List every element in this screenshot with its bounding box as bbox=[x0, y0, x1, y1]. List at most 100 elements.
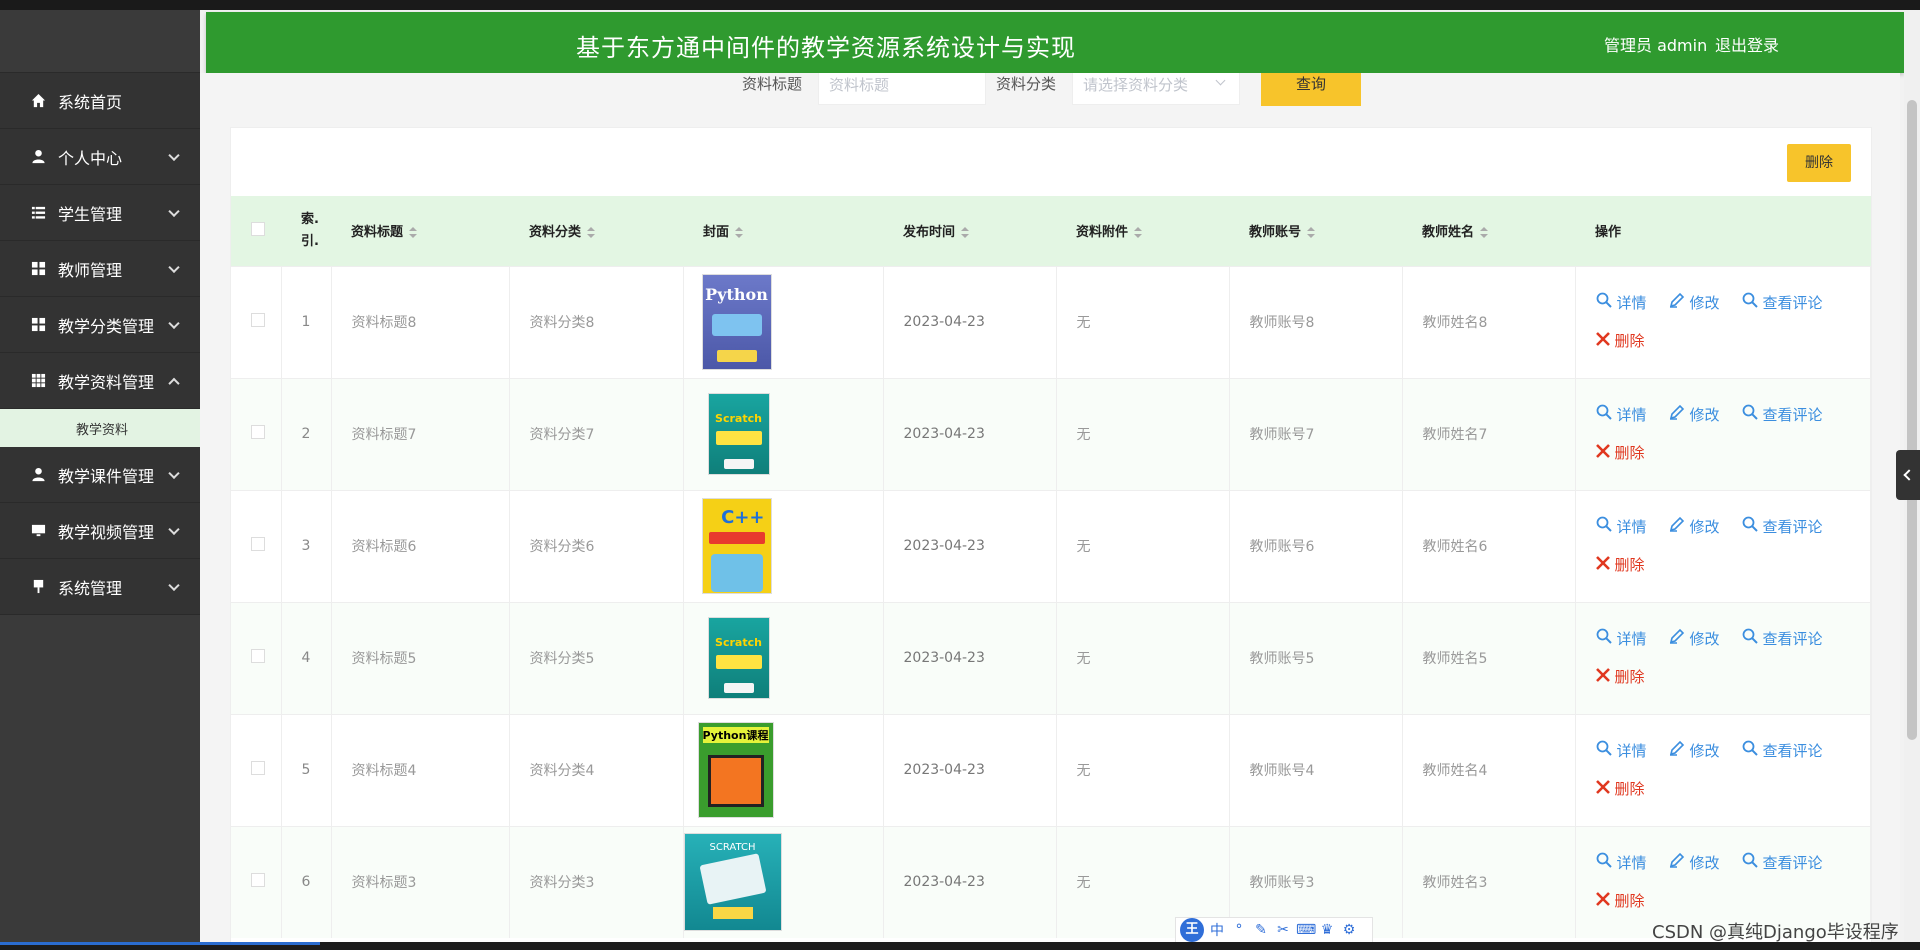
view-comments-button[interactable]: 查看评论 bbox=[1742, 516, 1823, 538]
header-title[interactable]: 资料标题 bbox=[331, 196, 509, 266]
delete-button[interactable]: 删除 bbox=[1595, 666, 1645, 688]
edit-icon bbox=[1669, 852, 1690, 874]
side-collapse-tab[interactable] bbox=[1896, 450, 1920, 500]
sidebar-item-4[interactable]: 教学分类管理 bbox=[0, 297, 200, 353]
category-search-label: 资料分类 bbox=[996, 75, 1057, 93]
header-cover[interactable]: 封面 bbox=[683, 196, 883, 266]
shirt-icon[interactable]: ♛ bbox=[1318, 922, 1336, 938]
ime-mode-toggle[interactable]: 中 bbox=[1208, 920, 1226, 940]
sidebar-item-6[interactable]: 教学课件管理 bbox=[0, 447, 200, 503]
ime-toolbar: 王 中 ° ✎ ✂ ⌨ ♛ ⚙ bbox=[1175, 917, 1373, 943]
sidebar-item-7[interactable]: 教学视频管理 bbox=[0, 503, 200, 559]
table-row[interactable]: 5 资料标题4 资料分类4 Python课程 2023-04-23 无教师账号4 教师姓名4… bbox=[231, 713, 1871, 826]
header-category[interactable]: 资料分类 bbox=[509, 196, 683, 266]
scissors-icon[interactable]: ✂ bbox=[1274, 922, 1292, 938]
row-checkbox[interactable] bbox=[251, 761, 265, 775]
select-all-checkbox[interactable] bbox=[251, 221, 265, 236]
delete-button[interactable]: 删除 bbox=[1595, 554, 1645, 576]
row-checkbox[interactable] bbox=[251, 425, 265, 439]
delete-button[interactable]: 删除 bbox=[1595, 330, 1645, 352]
punctuation-icon[interactable]: ° bbox=[1230, 922, 1248, 938]
table-row[interactable]: 3 资料标题6 资料分类6 C++ 2023-04-23 无教师账号6 教师姓名6 详情 修改查… bbox=[231, 489, 1871, 602]
detail-button[interactable]: 详情 bbox=[1596, 516, 1647, 538]
header-account[interactable]: 教师账号 bbox=[1229, 196, 1402, 266]
row-ops: 详情 修改 查看评论删除 bbox=[1575, 601, 1871, 714]
sidebar-logo-area bbox=[0, 10, 200, 73]
search-icon bbox=[1742, 292, 1763, 314]
view-comments-button[interactable]: 查看评论 bbox=[1742, 628, 1823, 650]
delete-button[interactable]: 删除 bbox=[1595, 890, 1645, 912]
sidebar-item-8[interactable]: 系统管理 bbox=[0, 559, 200, 615]
row-index: 5 bbox=[281, 713, 332, 826]
query-button[interactable]: 查询 bbox=[1261, 73, 1361, 106]
sidebar-item-0[interactable]: 系统首页 bbox=[0, 73, 200, 129]
sort-icon[interactable] bbox=[409, 226, 418, 239]
list-icon bbox=[30, 205, 46, 221]
sidebar-item-5[interactable]: 教学资料管理 bbox=[0, 353, 200, 409]
home-icon bbox=[30, 93, 46, 109]
table-row[interactable]: 1 资料标题8 资料分类8 Python 2023-04-23 无教师账号8 教师姓名8 详情… bbox=[231, 265, 1871, 378]
view-comments-button[interactable]: 查看评论 bbox=[1742, 740, 1823, 762]
table-row[interactable]: 2 资料标题7 资料分类7 Scratch 2023-04-23 无教师账号7 教师姓名7 详… bbox=[231, 377, 1871, 490]
row-ops: 详情 修改 查看评论删除 bbox=[1575, 713, 1871, 826]
edit-button[interactable]: 修改 bbox=[1669, 292, 1720, 314]
row-category: 资料分类5 bbox=[509, 601, 684, 714]
row-checkbox[interactable] bbox=[251, 313, 265, 327]
submenu-item-active[interactable]: 教学资料 bbox=[0, 409, 200, 447]
table-row[interactable]: 4 资料标题5 资料分类5 Scratch 2023-04-23 无教师账号5 教师姓名5 详… bbox=[231, 601, 1871, 714]
header-date[interactable]: 发布时间 bbox=[883, 196, 1056, 266]
search-icon bbox=[1742, 516, 1763, 538]
select-all-cell bbox=[231, 196, 281, 266]
row-checkbox[interactable] bbox=[251, 873, 265, 888]
edit-icon bbox=[1669, 404, 1690, 426]
detail-button[interactable]: 详情 bbox=[1596, 740, 1647, 762]
table-row[interactable]: 6 资料标题3 资料分类3 SCRATCH 2023-04-23 无教师账号3 教师姓名3 详… bbox=[231, 825, 1871, 938]
edit-button[interactable]: 修改 bbox=[1669, 628, 1720, 650]
row-attachment: 无 bbox=[1056, 377, 1230, 490]
pen-icon[interactable]: ✎ bbox=[1252, 922, 1270, 938]
keyboard-icon[interactable]: ⌨ bbox=[1296, 922, 1316, 938]
header-attachment[interactable]: 资料附件 bbox=[1056, 196, 1229, 266]
title-search-label: 资料标题 bbox=[742, 75, 803, 93]
row-checkbox[interactable] bbox=[251, 537, 265, 551]
header-name[interactable]: 教师姓名 bbox=[1402, 196, 1575, 266]
detail-button[interactable]: 详情 bbox=[1596, 292, 1647, 314]
sort-icon[interactable] bbox=[587, 226, 596, 239]
sort-icon[interactable] bbox=[1480, 226, 1489, 239]
sort-icon[interactable] bbox=[735, 226, 744, 239]
row-name: 教师姓名3 bbox=[1402, 825, 1576, 938]
logout-link[interactable]: 退出登录 bbox=[1715, 32, 1779, 56]
row-date: 2023-04-23 bbox=[883, 601, 1057, 714]
view-comments-button[interactable]: 查看评论 bbox=[1742, 852, 1823, 874]
person-icon bbox=[30, 149, 46, 165]
sort-icon[interactable] bbox=[961, 226, 970, 239]
row-index: 3 bbox=[281, 489, 332, 602]
sidebar-item-1[interactable]: 个人中心 bbox=[0, 129, 200, 185]
delete-button[interactable]: 删除 bbox=[1595, 778, 1645, 800]
view-comments-button[interactable]: 查看评论 bbox=[1742, 404, 1823, 426]
row-account: 教师账号6 bbox=[1229, 489, 1403, 602]
sort-icon[interactable] bbox=[1134, 226, 1143, 239]
detail-button[interactable]: 详情 bbox=[1596, 404, 1647, 426]
edit-button[interactable]: 修改 bbox=[1669, 852, 1720, 874]
edit-button[interactable]: 修改 bbox=[1669, 516, 1720, 538]
sidebar-item-2[interactable]: 学生管理 bbox=[0, 185, 200, 241]
row-select-cell bbox=[231, 825, 282, 938]
row-checkbox[interactable] bbox=[251, 649, 265, 663]
table-body: 1 资料标题8 资料分类8 Python 2023-04-23 无教师账号8 教师姓名8 详情… bbox=[231, 265, 1871, 938]
delete-button[interactable]: 删除 bbox=[1595, 442, 1645, 464]
detail-button[interactable]: 详情 bbox=[1596, 852, 1647, 874]
chevron-down-icon bbox=[168, 149, 180, 161]
detail-button[interactable]: 详情 bbox=[1596, 628, 1647, 650]
category-select[interactable]: 请选择资料分类 bbox=[1072, 73, 1240, 105]
sort-icon[interactable] bbox=[1307, 226, 1316, 239]
title-search-input[interactable]: 资料标题 bbox=[818, 73, 986, 105]
ime-logo-icon[interactable]: 王 bbox=[1180, 918, 1204, 942]
view-comments-button[interactable]: 查看评论 bbox=[1742, 292, 1823, 314]
sidebar-item-3[interactable]: 教师管理 bbox=[0, 241, 200, 297]
edit-button[interactable]: 修改 bbox=[1669, 404, 1720, 426]
scrollbar-thumb[interactable] bbox=[1907, 100, 1917, 740]
gear-icon[interactable]: ⚙ bbox=[1340, 922, 1358, 938]
edit-button[interactable]: 修改 bbox=[1669, 740, 1720, 762]
bulk-delete-button[interactable]: 删除 bbox=[1787, 144, 1851, 182]
